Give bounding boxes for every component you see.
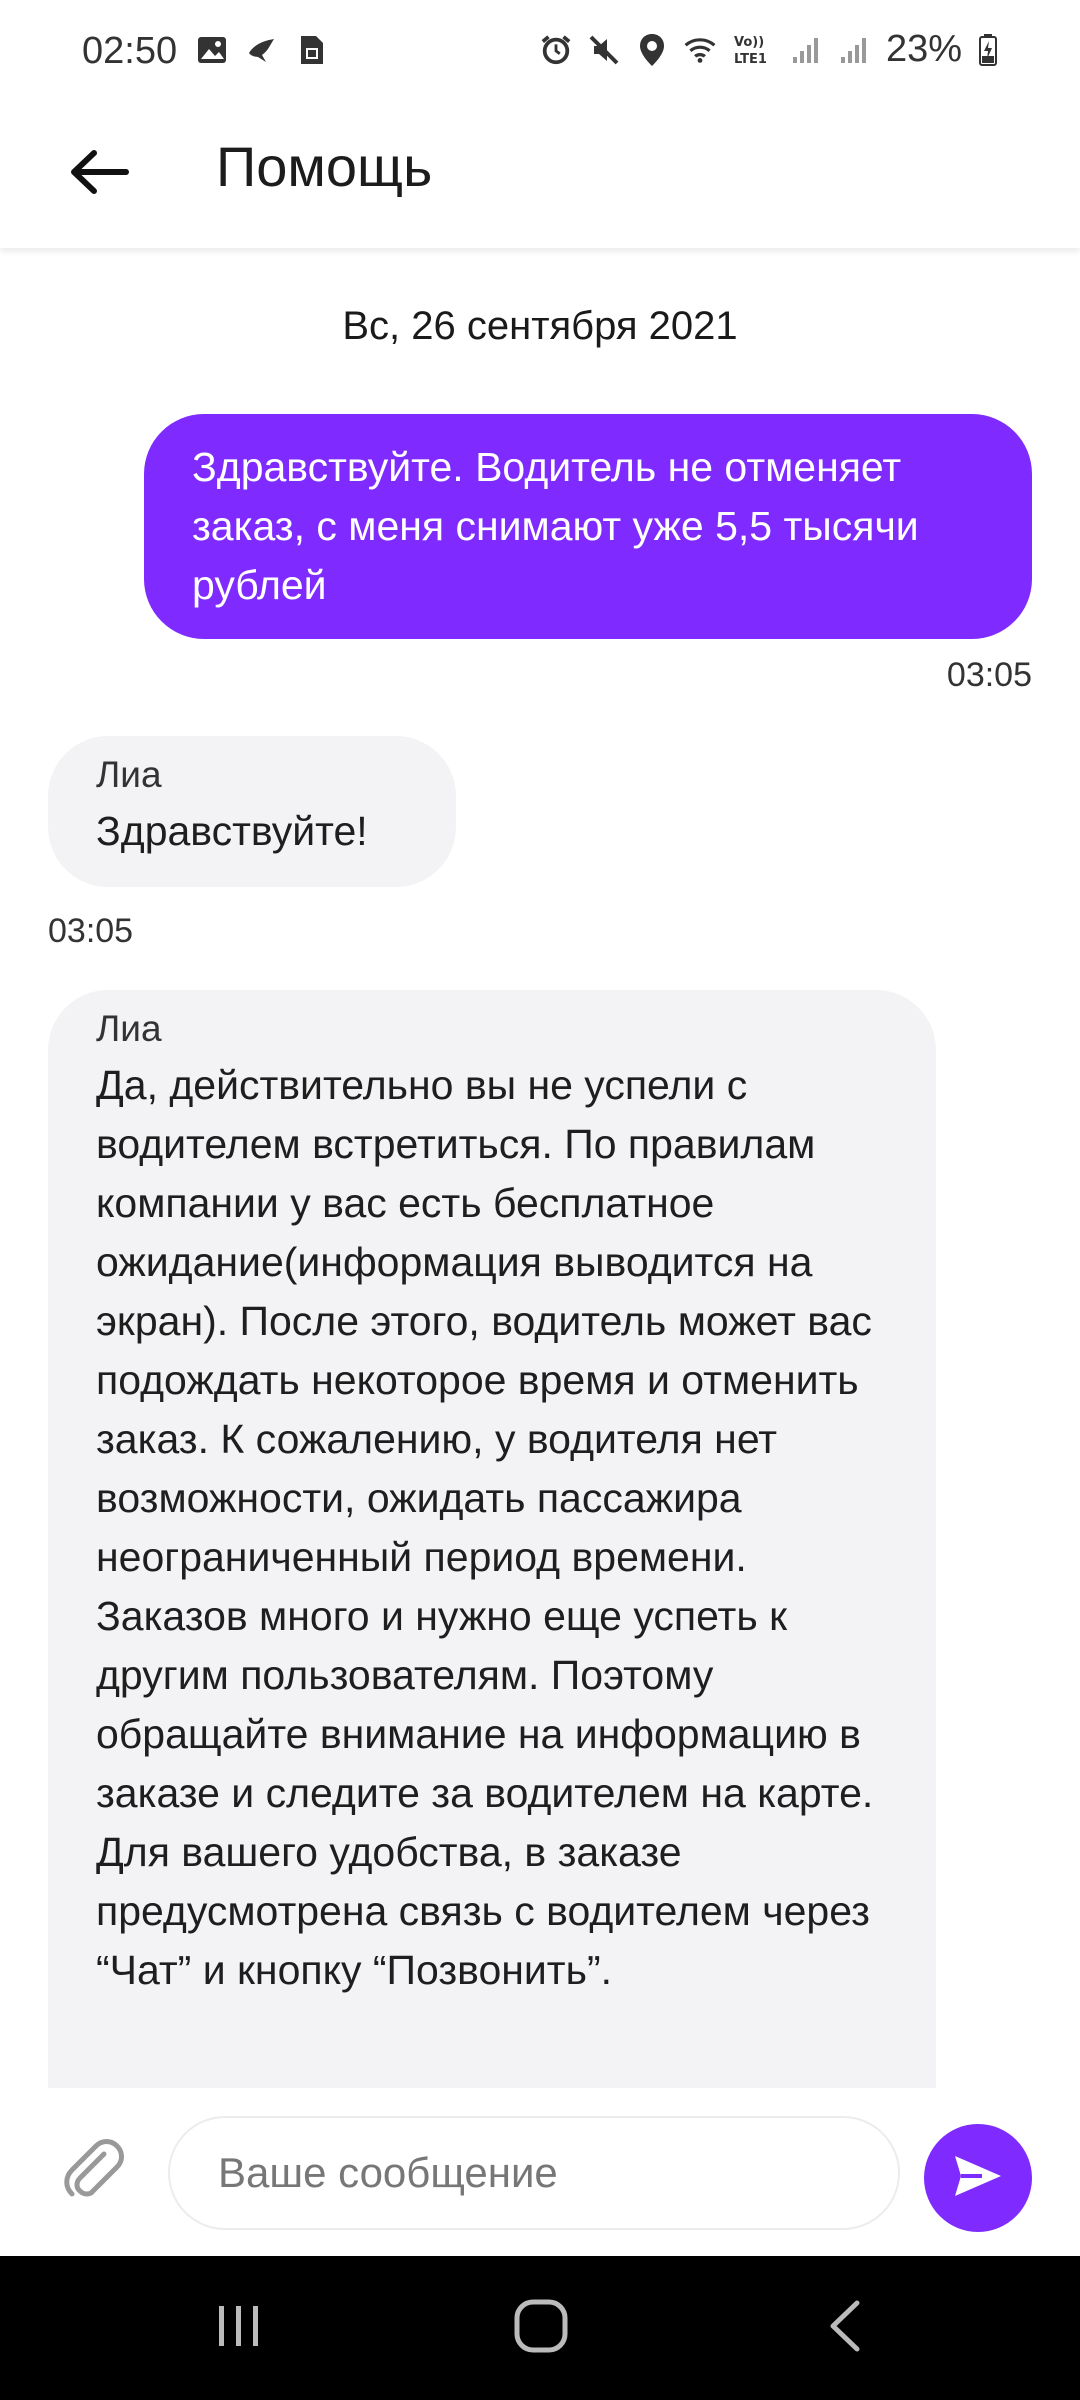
system-nav-bar <box>0 2256 1080 2400</box>
mute-icon <box>588 34 620 66</box>
home-icon <box>512 2297 570 2360</box>
image-icon <box>196 34 228 66</box>
alarm-icon <box>540 34 572 66</box>
sim-card-icon <box>296 34 328 66</box>
message-time: 03:05 <box>48 912 134 950</box>
date-separator: Вс, 26 сентября 2021 <box>342 304 738 348</box>
outgoing-message[interactable]: Здравствуйте. Водитель не отменяет заказ… <box>144 414 1032 639</box>
message-input[interactable] <box>168 2116 900 2230</box>
chat-history[interactable]: Вс, 26 сентября 2021 Здравствуйте. Водит… <box>0 248 1080 2088</box>
page-title: Помощь <box>216 135 433 198</box>
location-icon <box>636 33 668 66</box>
message-text: Да, действительно вы не успели с водител… <box>96 1062 874 1993</box>
back-nav-button[interactable] <box>800 2292 890 2364</box>
paperclip-icon <box>60 2136 128 2209</box>
send-icon <box>952 2153 1004 2204</box>
battery-charging-icon <box>978 33 998 66</box>
wifi-icon <box>684 34 716 66</box>
svg-text:LTE1: LTE1 <box>734 52 767 67</box>
incoming-message[interactable]: Лиа Да, действительно вы не успели с вод… <box>48 990 936 2088</box>
lte-icon: Vo)) LTE1 <box>732 34 774 67</box>
signal-icon <box>838 34 870 66</box>
chevron-left-icon <box>825 2299 865 2358</box>
incoming-message[interactable]: Лиа Здравствуйте! <box>48 736 456 887</box>
message-sender: Лиа <box>96 754 162 795</box>
bird-icon <box>246 34 278 66</box>
notification-icons <box>196 34 328 66</box>
message-sender: Лиа <box>96 1008 162 1049</box>
arrow-left-icon <box>70 149 130 199</box>
message-composer <box>0 2088 1080 2256</box>
recent-apps-button[interactable] <box>194 2292 284 2364</box>
home-button[interactable] <box>496 2292 586 2364</box>
signal-icon <box>790 34 822 66</box>
message-text: Здравствуйте! <box>96 808 368 854</box>
message-time: 03:05 <box>946 656 1032 694</box>
app-bar: Помощь <box>0 100 1080 248</box>
battery-percent: 23% <box>885 28 962 70</box>
recent-apps-icon <box>213 2300 265 2357</box>
status-bar: 02:50 Vo)) LTE1 23% <box>0 0 1080 100</box>
attach-button[interactable] <box>52 2130 136 2214</box>
status-time: 02:50 <box>82 30 178 72</box>
send-button[interactable] <box>924 2124 1032 2232</box>
message-text: Здравствуйте. Водитель не отменяет заказ… <box>192 444 919 608</box>
back-button[interactable] <box>56 130 144 218</box>
svg-text:Vo)): Vo)) <box>734 35 764 50</box>
system-icons: Vo)) LTE1 23% <box>540 28 998 71</box>
